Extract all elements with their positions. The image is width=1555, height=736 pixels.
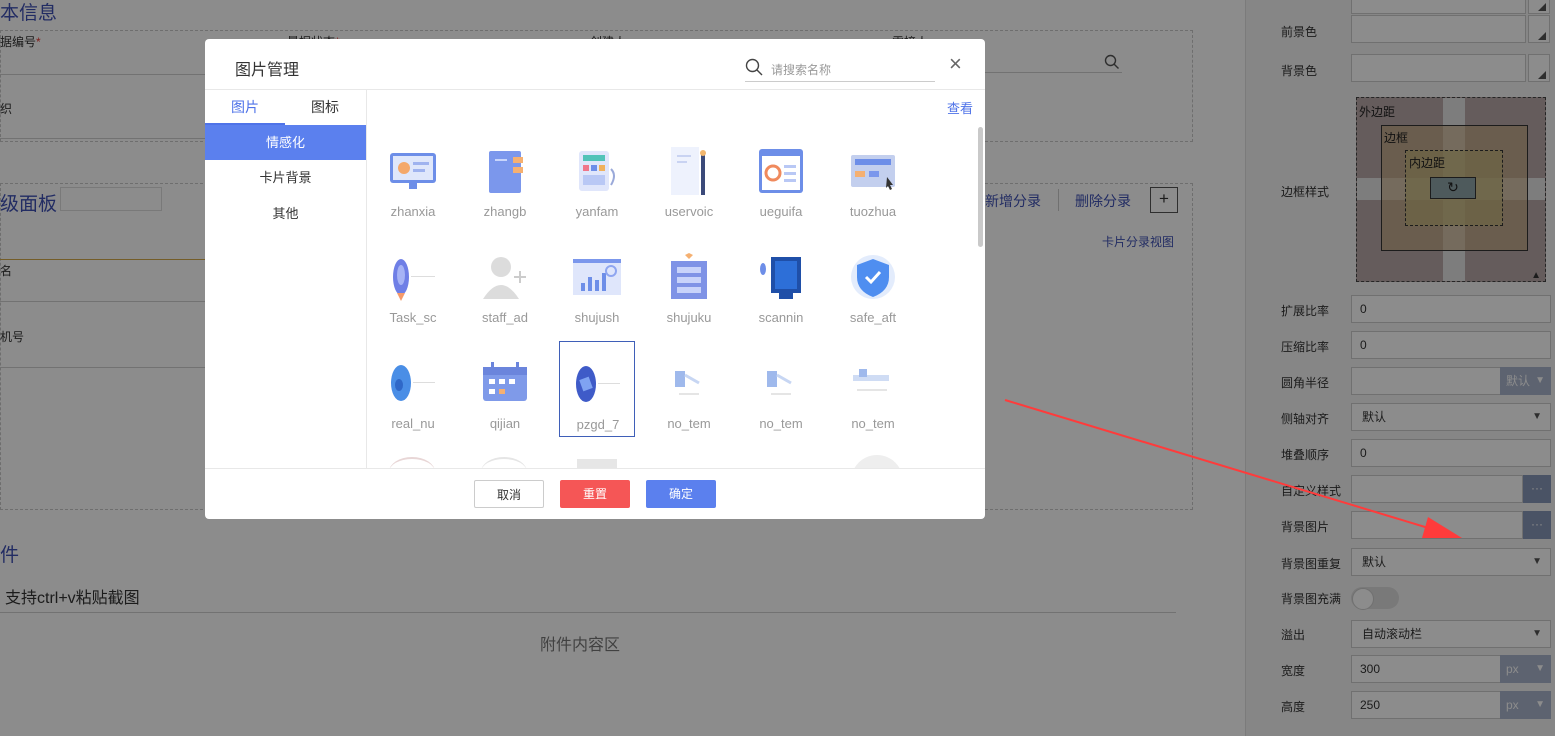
image-tile[interactable]: no_tem [743,341,819,437]
image-name: no_tem [851,416,895,431]
database-icon [671,253,707,299]
image-name: yanfam [575,204,619,219]
image-name: Task_sc [389,310,437,325]
image-tile[interactable]: scannin [743,235,819,331]
grid-scrollbar[interactable] [978,127,983,247]
image-tile[interactable]: safe_aft [835,235,911,331]
image-tile[interactable]: Task_sc [375,235,451,331]
ui-guide-icon [759,149,803,193]
shield-icon [851,255,895,299]
image-name: uservoic [664,204,714,219]
image-tile[interactable]: tuozhua [835,129,911,225]
image-manager-dialog: 图片管理 请搜索名称 × 图片 图标 情感化 卡片背景 其他 查看 zhanxi… [205,39,985,519]
scanning-icon [760,257,801,299]
image-tile[interactable]: shujuku [651,235,727,331]
view-link[interactable]: 查看 [947,98,973,117]
rocket-icon [393,259,435,301]
notebook-icon [489,151,523,193]
image-tile[interactable]: staff_ad [467,235,543,331]
image-name: staff_ad [481,310,529,325]
image-tile[interactable]: no_tem [835,341,911,437]
image-tile-selected[interactable]: pzgd_7 [559,341,635,437]
category-other[interactable]: 其他 [205,196,366,231]
image-tile[interactable]: zhanxia [375,129,451,225]
tab-images[interactable]: 图片 [205,90,285,125]
oval-badge-icon [391,365,435,401]
image-name: no_tem [667,416,711,431]
image-name: zhangb [483,204,527,219]
image-name: qijian [489,416,521,431]
image-tile[interactable]: no_tem [651,341,727,437]
calendar-icon [483,362,527,401]
research-device-icon [579,151,615,191]
image-tile[interactable]: ueguifa [743,129,819,225]
user-voice-icon [671,147,706,195]
presentation-screen-icon [390,153,436,189]
tab-icons[interactable]: 图标 [285,90,365,125]
no-template-icon [853,369,889,391]
image-tile[interactable]: uservoic [651,129,727,225]
image-tile[interactable]: real_nu [375,341,451,437]
image-name: no_tem [759,416,803,431]
partial-tile [389,457,435,468]
image-name: shujuku [666,310,712,325]
category-card-background[interactable]: 卡片背景 [205,160,366,195]
image-name: safe_aft [849,310,897,325]
oval-card-icon [576,366,620,402]
image-name: scannin [758,310,804,325]
image-name: zhanxia [390,204,436,219]
image-name: pzgd_7 [576,417,620,432]
search-box[interactable]: 请搜索名称 [745,55,935,82]
image-tile[interactable]: yanfam [559,129,635,225]
no-template-icon [675,371,700,395]
drag-card-icon [851,155,895,190]
image-tile[interactable]: zhangb [467,129,543,225]
add-staff-icon [483,257,526,299]
confirm-button[interactable]: 确定 [646,480,716,508]
search-input[interactable]: 请搜索名称 [771,61,831,78]
tab-bar: 图片 图标 [205,90,366,125]
partial-tile [577,459,617,468]
reset-button[interactable]: 重置 [560,480,630,508]
category-emotional[interactable]: 情感化 [205,125,366,160]
partial-tile [851,455,903,468]
image-name: ueguifa [759,204,803,219]
no-template-icon [767,371,792,395]
image-name: real_nu [391,416,435,431]
image-name: tuozhua [849,204,897,219]
image-grid: zhanxia zhangb yanfam uservoic ueguifa t… [367,119,977,468]
image-tile[interactable]: shujush [559,235,635,331]
image-name: shujush [574,310,620,325]
close-icon[interactable]: × [949,53,962,75]
cancel-button[interactable]: 取消 [474,480,544,508]
search-icon[interactable] [745,58,763,76]
image-tile[interactable]: qijian [467,341,543,437]
footer-divider [205,468,985,469]
data-chart-icon [573,259,621,295]
dialog-title: 图片管理 [235,62,300,79]
partial-tile [481,457,527,468]
